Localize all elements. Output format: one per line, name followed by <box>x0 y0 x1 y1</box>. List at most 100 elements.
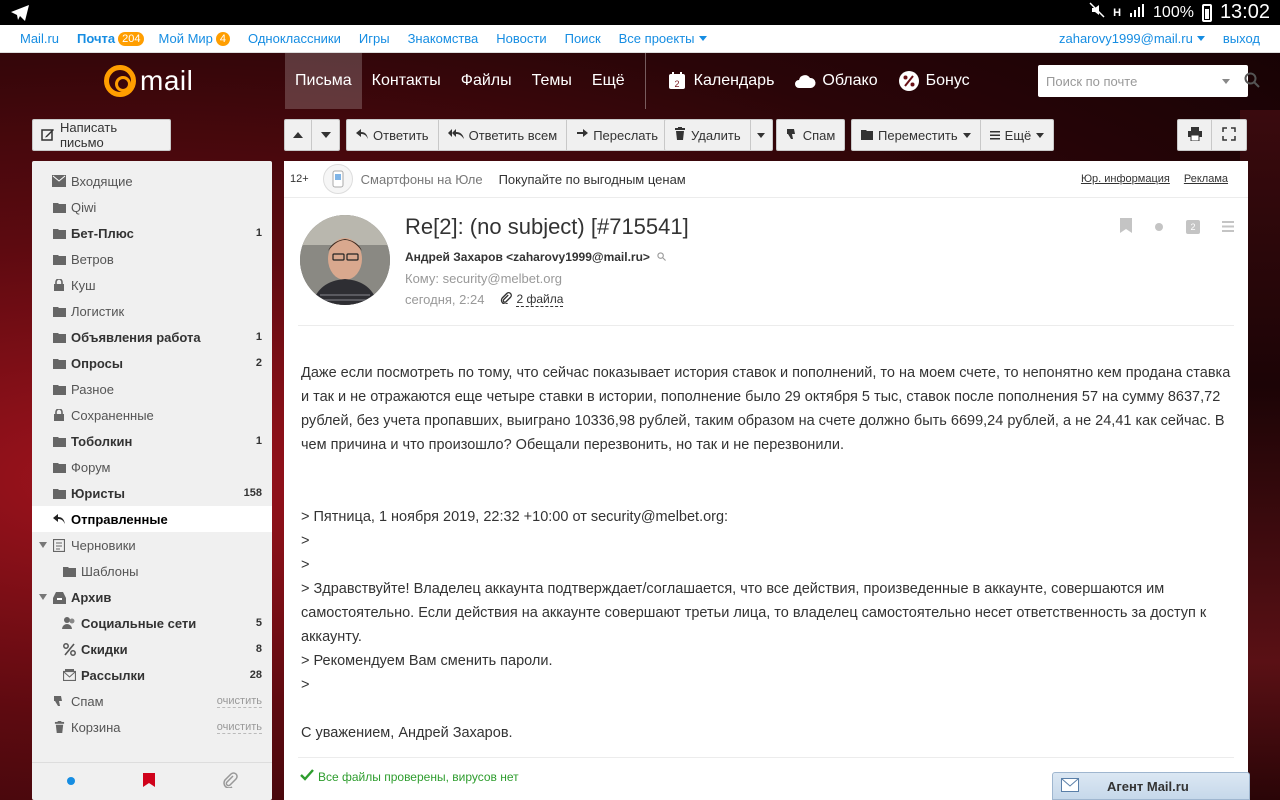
move-button[interactable]: Переместить <box>851 119 981 151</box>
quote-header: > Пятница, 1 ноября 2019, 22:32 +10:00 о… <box>301 509 729 525</box>
sidebar-folder[interactable]: Куш <box>32 272 272 298</box>
divider <box>298 757 1234 758</box>
message-sender[interactable]: Андрей Захаров <zaharovy1999@mail.ru> <box>405 250 667 264</box>
attachments-link[interactable]: 2 файла <box>516 292 564 307</box>
agent-mailru-widget[interactable]: Агент Mail.ru <box>1052 772 1250 800</box>
expand-triangle-icon[interactable] <box>39 542 47 548</box>
delete-options-button[interactable] <box>750 119 773 151</box>
sidebar-folder[interactable]: Тоболкин 1 <box>32 428 272 454</box>
sidebar-folder-label: Спам <box>71 693 104 709</box>
sidebar-folder[interactable]: Архив <box>32 584 272 610</box>
logout-link[interactable]: выход <box>1223 31 1260 46</box>
portal-link-news[interactable]: Новости <box>496 31 546 46</box>
delete-button[interactable]: Удалить <box>664 119 751 151</box>
portal-link-dating[interactable]: Знакомства <box>408 31 479 46</box>
archive-icon <box>52 590 66 604</box>
portal-link-search[interactable]: Поиск <box>565 31 601 46</box>
portal-link-ok[interactable]: Одноклассники <box>248 31 341 46</box>
sidebar-folder[interactable]: Юристы 158 <box>32 480 272 506</box>
message-actions: 2 <box>1120 218 1234 236</box>
message-view: 12+ Смартфоны на Юле Покупайте по выгодн… <box>284 161 1248 800</box>
portal-link-mail[interactable]: Почта 204 <box>77 31 145 46</box>
search-icon[interactable] <box>1244 72 1260 91</box>
print-button[interactable] <box>1177 119 1212 151</box>
sender-avatar[interactable] <box>300 215 390 305</box>
prev-message-button[interactable] <box>284 119 312 151</box>
search-options-chevron-icon[interactable] <box>1222 78 1230 84</box>
search-input[interactable] <box>1046 73 1222 89</box>
label-icon[interactable]: 2 <box>1186 220 1200 234</box>
sidebar-folder[interactable]: Черновики <box>32 532 272 558</box>
ad-banner[interactable]: 12+ Смартфоны на Юле Покупайте по выгодн… <box>284 161 1248 198</box>
signature: С уважением, Андрей Захаров. <box>301 725 513 741</box>
reply-all-button[interactable]: Ответить всем <box>438 119 568 151</box>
menu-icon[interactable] <box>1222 220 1234 235</box>
chevron-down-icon <box>757 132 766 138</box>
sidebar-folder[interactable]: Форум <box>32 454 272 480</box>
read-status-dot-icon[interactable] <box>1154 220 1164 235</box>
main-nav: Письма Контакты Файлы Темы Ещё 2 Календа… <box>285 53 980 109</box>
sidebar-folder[interactable]: Социальные сети 5 <box>32 610 272 636</box>
search-sender-icon[interactable] <box>657 250 667 264</box>
reply-button[interactable]: Ответить <box>346 119 439 151</box>
sidebar-folder-label: Тоболкин <box>71 433 133 449</box>
sidebar-folder[interactable]: Бет-Плюс 1 <box>32 220 272 246</box>
sidebar-folder-label: Куш <box>71 277 96 293</box>
attachments-filter-icon[interactable] <box>222 772 239 791</box>
expand-view-button[interactable] <box>1212 119 1247 151</box>
next-message-button[interactable] <box>312 119 340 151</box>
flagged-filter-icon[interactable] <box>142 773 155 790</box>
nav-contacts[interactable]: Контакты <box>362 53 451 109</box>
chevron-down-icon <box>1196 36 1205 41</box>
nav-cloud[interactable]: Облако <box>784 53 887 109</box>
unread-filter-dot-icon[interactable] <box>66 774 76 789</box>
paperclip-icon <box>500 292 513 307</box>
forward-button[interactable]: Переслать <box>567 119 668 151</box>
nav-letters[interactable]: Письма <box>285 53 362 109</box>
ad-legal-link[interactable]: Юр. информация <box>1081 173 1170 185</box>
sidebar-folder[interactable]: Скидки 8 <box>32 636 272 662</box>
clean-folder-link[interactable]: очистить <box>216 695 262 708</box>
unread-count: 28 <box>249 669 262 681</box>
calendar-icon: 2 <box>666 70 688 92</box>
nav-themes[interactable]: Темы <box>522 53 582 109</box>
percent-badge-icon <box>898 70 920 92</box>
sidebar-folder[interactable]: Разное <box>32 376 272 402</box>
portal-link-mailru[interactable]: Mail.ru <box>20 31 59 46</box>
nav-calendar[interactable]: 2 Календарь <box>656 53 785 109</box>
sidebar-folder[interactable]: Логистик <box>32 298 272 324</box>
nav-more[interactable]: Ещё <box>582 53 635 109</box>
sidebar-folder[interactable]: Отправленные <box>32 506 272 532</box>
sidebar-folder[interactable]: Ветров <box>32 246 272 272</box>
nav-bonus[interactable]: Бонус <box>888 53 980 109</box>
sidebar-folder[interactable]: Qiwi <box>32 194 272 220</box>
sidebar-folder[interactable]: Сохраненные <box>32 402 272 428</box>
unread-count: 1 <box>255 435 262 447</box>
clean-folder-link[interactable]: очистить <box>216 721 262 734</box>
message-subject: Re[2]: (no subject) [#715541] <box>405 214 689 239</box>
sidebar-folder[interactable]: Опросы 2 <box>32 350 272 376</box>
signal-icon <box>1129 2 1145 23</box>
bookmark-icon[interactable] <box>1120 218 1132 236</box>
user-email-menu[interactable]: zaharovy1999@mail.ru <box>1059 31 1205 46</box>
spam-button[interactable]: Спам <box>776 119 845 151</box>
sidebar-folder[interactable]: Объявления работа 1 <box>32 324 272 350</box>
folder-icon <box>52 304 66 318</box>
expand-triangle-icon[interactable] <box>39 594 47 600</box>
cloud-icon <box>794 70 816 92</box>
nav-files[interactable]: Файлы <box>451 53 522 109</box>
ad-advert-link[interactable]: Реклама <box>1184 173 1228 185</box>
all-projects-dropdown[interactable]: Все проекты <box>619 31 707 46</box>
sidebar-folder[interactable]: Входящие <box>32 168 272 194</box>
expand-icon <box>1222 126 1236 144</box>
portal-link-myworld[interactable]: Мой Мир 4 <box>158 31 231 46</box>
mailru-logo[interactable]: mail <box>104 65 193 97</box>
sidebar-folder[interactable]: Спам очистить <box>32 688 272 714</box>
sidebar-folder[interactable]: Корзина очистить <box>32 714 272 740</box>
compose-button[interactable]: Написать письмо <box>32 119 171 151</box>
portal-link-games[interactable]: Игры <box>359 31 390 46</box>
sidebar-folder[interactable]: Шаблоны <box>32 558 272 584</box>
more-button[interactable]: Ещё <box>980 119 1055 151</box>
sidebar-folder[interactable]: Рассылки 28 <box>32 662 272 688</box>
chevron-down-icon <box>698 36 707 41</box>
